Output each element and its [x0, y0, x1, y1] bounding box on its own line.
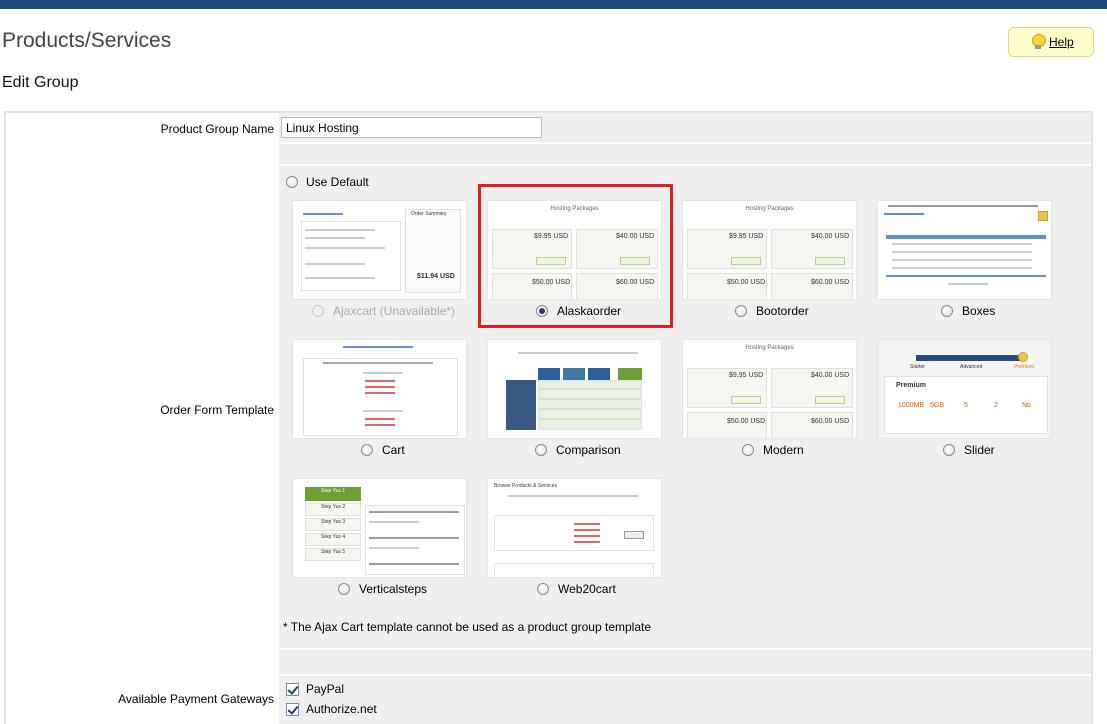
boxes-preview [877, 200, 1052, 300]
comparison-preview [487, 339, 662, 439]
bootorder-radio[interactable] [735, 305, 747, 317]
slider-label: Slider [964, 443, 995, 457]
ajaxcart-order-summary: Order Summary [411, 211, 447, 217]
top-bar [0, 0, 1107, 9]
modern-preview: Hosting Packages $9.95 USD $40.00 USD $5… [682, 339, 857, 439]
gateway-paypal[interactable]: PayPal [286, 682, 344, 696]
cart-label: Cart [382, 443, 405, 457]
template-option-web20cart[interactable]: Web20cart [537, 582, 616, 596]
paypal-checkbox[interactable] [286, 682, 299, 696]
modern-radio[interactable] [742, 444, 754, 456]
spacer-cell [279, 144, 1091, 164]
web20cart-radio[interactable] [537, 583, 549, 595]
authorize-net-label: Authorize.net [306, 702, 377, 716]
alaskaorder-label: Alaskaorder [557, 304, 622, 318]
gateways-cell [279, 676, 1091, 724]
ajaxcart-radio [312, 305, 324, 317]
page-title: Products/Services [2, 29, 172, 52]
template-option-bootorder[interactable]: Bootorder [735, 304, 809, 318]
alaskaorder-radio[interactable] [536, 305, 548, 317]
cart-preview [292, 339, 467, 439]
authorize-net-checkbox[interactable] [286, 702, 299, 716]
group-name-input[interactable] [281, 117, 542, 138]
use-default-radio[interactable] [286, 176, 298, 188]
template-option-verticalsteps[interactable]: Verticalsteps [338, 582, 427, 596]
section-subtitle: Edit Group [2, 74, 79, 91]
verticalsteps-radio[interactable] [338, 583, 350, 595]
template-option-alaskaorder[interactable]: Alaskaorder [536, 304, 621, 318]
lightbulb-icon [1031, 34, 1046, 50]
slider-radio[interactable] [943, 444, 955, 456]
use-default-option[interactable]: Use Default [286, 175, 369, 189]
use-default-label: Use Default [306, 175, 369, 189]
boxes-radio[interactable] [941, 305, 953, 317]
ajaxcart-note: * The Ajax Cart template cannot be used … [283, 620, 652, 634]
web20cart-label: Web20cart [558, 582, 616, 596]
order-form-template-label: Order Form Template [160, 403, 274, 417]
help-label: Help [1049, 35, 1074, 49]
ajaxcart-preview: Order Summary $11.94 USD [292, 200, 467, 300]
comparison-radio[interactable] [535, 444, 547, 456]
group-name-label: Product Group Name [160, 122, 274, 136]
template-option-modern[interactable]: Modern [742, 443, 804, 457]
help-button[interactable]: Help [1008, 27, 1094, 57]
modern-label: Modern [763, 443, 804, 457]
template-option-slider[interactable]: Slider [943, 443, 995, 457]
payment-gateways-label: Available Payment Gateways [118, 692, 274, 706]
boxes-label: Boxes [962, 304, 996, 318]
template-option-cart[interactable]: Cart [361, 443, 405, 457]
template-option-ajaxcart: Ajaxcart (Unavailable*) [312, 304, 455, 318]
web20cart-preview: Browse Products & Services [487, 478, 662, 578]
ajaxcart-total: $11.94 USD [417, 273, 455, 280]
gateway-authorize-net[interactable]: Authorize.net [286, 702, 377, 716]
cart-radio[interactable] [361, 444, 373, 456]
template-option-comparison[interactable]: Comparison [535, 443, 621, 457]
verticalsteps-preview: Step Yus 1 Step Yus 2 Step Yus 3 Step Yu… [292, 478, 467, 578]
slider-preview: Starter Advanced Premium Premium 1000MB … [877, 339, 1052, 439]
template-option-boxes[interactable]: Boxes [941, 304, 995, 318]
comparison-label: Comparison [556, 443, 621, 457]
paypal-label: PayPal [306, 682, 345, 696]
spacer-cell-2 [279, 650, 1091, 674]
bootorder-label: Bootorder [756, 304, 809, 318]
bootorder-preview: Hosting Packages $9.95 USD $40.00 USD $5… [682, 200, 857, 300]
verticalsteps-label: Verticalsteps [359, 582, 428, 596]
ajaxcart-label: Ajaxcart (Unavailable*) [333, 304, 456, 318]
